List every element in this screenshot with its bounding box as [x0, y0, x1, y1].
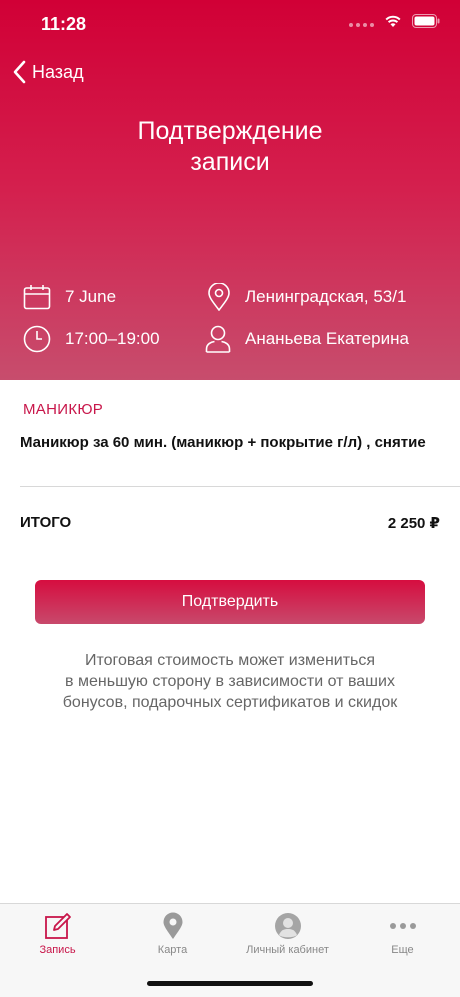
chevron-left-icon [13, 60, 26, 84]
map-pin-icon [115, 912, 230, 940]
tab-label: Личный кабинет [246, 944, 329, 956]
booking-time: 17:00–19:00 [65, 329, 160, 348]
total-value: 2 250 ₽ [387, 515, 440, 532]
specialist-row: Ананьева Екатерина [205, 325, 409, 353]
booking-address: Ленинградская, 53/1 [245, 287, 407, 306]
back-label: Назад [32, 61, 84, 82]
page-title: Подтверждение записи [0, 116, 460, 178]
service-category: МАНИКЮР [23, 401, 104, 418]
more-icon [345, 912, 460, 940]
back-button[interactable]: Назад [12, 60, 84, 84]
booking-date: 7 June [65, 287, 117, 306]
status-icons [349, 14, 440, 28]
tab-map[interactable]: Карта [115, 904, 230, 974]
tab-label: Еще [391, 944, 414, 956]
confirm-button[interactable]: Подтвердить [35, 580, 425, 624]
page-title-line1: Подтверждение [137, 117, 323, 145]
edit-icon [0, 912, 115, 940]
booking-specialist: Ананьева Екатерина [245, 329, 409, 348]
calendar-icon [23, 285, 51, 310]
signal-icon [349, 15, 374, 27]
price-note-line: бонусов, подарочных сертификатов и скидо… [62, 694, 398, 711]
divider [20, 486, 460, 487]
total-label: ИТОГО [20, 514, 72, 531]
location-pin-icon [208, 283, 230, 311]
price-note-line: в меньшую сторону в зависимости от ваших [65, 673, 395, 690]
date-row: 7 June [23, 284, 116, 310]
page-title-line2: записи [190, 148, 270, 176]
status-time: 11:28 [41, 14, 87, 34]
header: 11:28 Назад Подтверждение записи 7 June … [0, 0, 460, 380]
tab-label: Карта [157, 944, 188, 956]
time-row: 17:00–19:00 [23, 325, 160, 353]
tab-account[interactable]: Личный кабинет [230, 904, 345, 974]
price-note: Итоговая стоимость может измениться в ме… [0, 650, 460, 713]
battery-icon [412, 14, 440, 28]
user-avatar-icon [230, 912, 345, 940]
tab-label: Запись [39, 944, 76, 956]
tab-more[interactable]: Еще [345, 904, 460, 974]
service-name: Маникюр за 60 мин. (маникюр + покрытие г… [20, 434, 426, 451]
home-indicator [147, 981, 313, 986]
address-row: Ленинградская, 53/1 [207, 283, 406, 311]
price-note-line: Итоговая стоимость может измениться [84, 652, 376, 669]
clock-icon [23, 325, 51, 353]
wifi-icon [384, 14, 402, 28]
person-icon [205, 325, 231, 353]
tab-booking[interactable]: Запись [0, 904, 115, 974]
